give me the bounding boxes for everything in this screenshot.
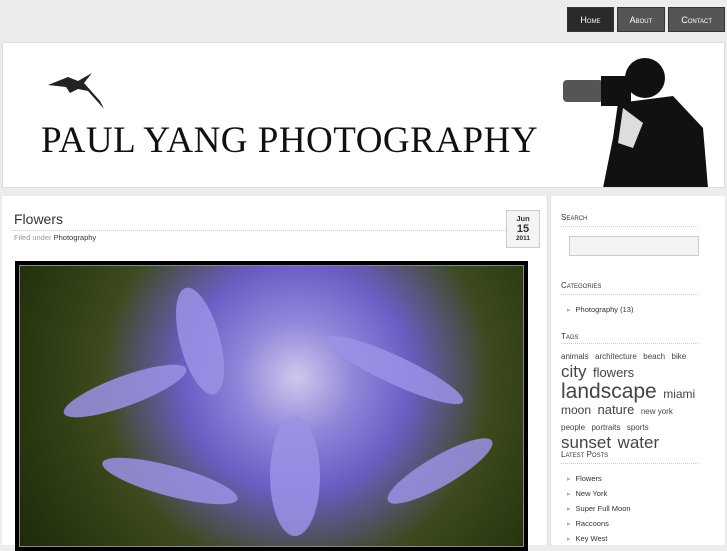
latest-posts-heading: Latest Posts [561,450,609,459]
latest-post-item[interactable]: Super Full Moon [567,504,631,513]
site-title[interactable]: PAUL YANG PHOTOGRAPHY [41,119,538,162]
latest-post-item[interactable]: New York [567,489,608,498]
tag-link[interactable]: flowers [593,365,634,380]
divider [561,294,698,295]
tag-link[interactable]: miami [663,387,695,401]
latest-post-item[interactable]: Flowers [567,474,602,483]
date-month: Jun [516,214,530,223]
search-input[interactable] [569,236,699,256]
category-link[interactable]: Photography [54,233,97,242]
bird-logo-icon [48,73,104,109]
site-header: PAUL YANG PHOTOGRAPHY [2,42,725,188]
post-title[interactable]: Flowers [14,211,63,227]
post-meta: Filed under Photography [14,233,96,242]
latest-post-item[interactable]: Raccoons [567,519,609,528]
nav-contact[interactable]: Contact [668,7,725,32]
categories-heading: Categories [561,281,602,290]
tag-link[interactable]: beach [643,352,665,361]
tag-cloud: animals architecture beach bike city flo… [561,347,701,452]
main-content: Flowers Filed under Photography Jun 15 2… [2,196,548,551]
tag-link[interactable]: sports [627,423,649,432]
tag-link[interactable]: landscape [561,380,657,403]
divider [561,226,698,227]
tag-link[interactable]: people [561,423,585,432]
tag-link[interactable]: animals [561,352,589,361]
divider [12,230,540,231]
photographer-silhouette-icon [563,58,708,187]
tag-link[interactable]: water [618,433,660,452]
tag-link[interactable]: nature [597,402,634,417]
filed-under-label: Filed under [14,233,52,242]
divider [561,343,698,344]
latest-post-item[interactable]: Key West [567,534,608,543]
tag-link[interactable]: new york [641,407,673,416]
tag-link[interactable]: city [561,362,587,381]
nav-home[interactable]: Home [567,7,614,32]
date-day: 15 [516,223,530,235]
search-heading: Search [561,213,588,222]
main-nav: Home About Contact [567,7,725,32]
category-item[interactable]: Photography (13) [567,305,634,314]
post-image[interactable] [15,261,528,551]
nav-about[interactable]: About [616,7,666,32]
divider [561,463,698,464]
tag-link[interactable]: architecture [595,352,637,361]
tag-link[interactable]: moon [561,403,591,417]
date-year: 2011 [515,235,531,242]
flower-photo [19,265,524,547]
sidebar: Search Categories Photography (13) Tags … [550,196,725,545]
tags-heading: Tags [561,332,579,341]
date-badge: Jun 15 2011 [506,210,540,248]
tag-link[interactable]: bike [672,352,687,361]
tag-link[interactable]: portraits [591,423,620,432]
